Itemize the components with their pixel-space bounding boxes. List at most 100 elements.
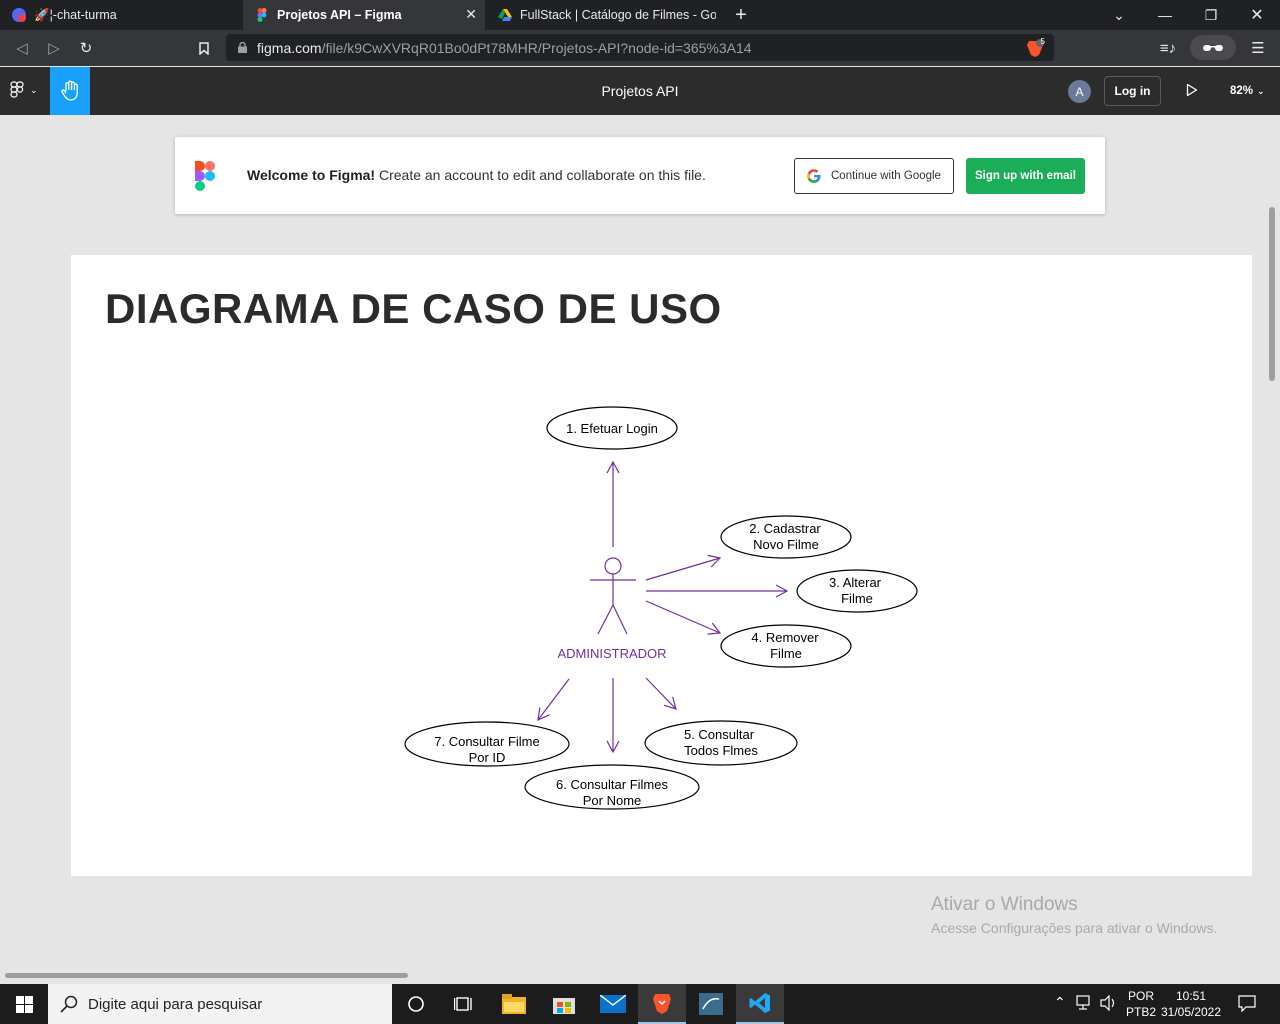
welcome-message: Welcome to Figma! Create an account to e… — [247, 167, 706, 183]
taskbar-search-box[interactable]: Digite aqui para pesquisar — [48, 984, 392, 1024]
sign-up-with-email-button[interactable]: Sign up with email — [966, 158, 1085, 194]
figma-toolbar: ⌄ Projetos API A Log in 82% ⌄ — [0, 67, 1280, 115]
use-case-diagram: ADMINISTRADOR 1. Efetuar Login 2. Cadast… — [404, 406, 918, 810]
notification-center-icon[interactable] — [1238, 995, 1256, 1015]
mail-icon[interactable] — [589, 984, 637, 1024]
brave-browser-icon[interactable] — [638, 984, 686, 1024]
mysql-workbench-icon[interactable] — [687, 984, 735, 1024]
language-code: POR — [1128, 989, 1155, 1003]
wallet-glasses-icon[interactable] — [1190, 35, 1236, 60]
welcome-heading: Welcome to Figma! — [247, 167, 376, 183]
use-case-4-label-line1: 4. Remover — [751, 630, 819, 645]
reload-button[interactable]: ↻ — [74, 36, 98, 60]
clock-date: 31/05/2022 — [1160, 1005, 1222, 1019]
task-view-icon[interactable] — [440, 984, 488, 1024]
brave-shield-icon[interactable]: 5 — [1026, 37, 1045, 60]
tab-title: 🚀¦-chat-turma — [34, 7, 117, 22]
log-in-button[interactable]: Log in — [1104, 76, 1161, 106]
show-hidden-icons-chevron-icon[interactable]: ⌃ — [1054, 994, 1066, 1011]
menu-icon[interactable]: ☰ — [1246, 36, 1270, 60]
use-case-2-label-line2: Novo Filme — [753, 537, 819, 552]
new-tab-button[interactable]: + — [718, 0, 764, 30]
clock-time: 10:51 — [1175, 989, 1207, 1003]
use-case-5-label-line1: 5. Consultar — [684, 727, 755, 742]
file-explorer-icon[interactable] — [490, 984, 538, 1024]
present-play-icon[interactable] — [1186, 83, 1198, 102]
search-placeholder: Digite aqui para pesquisar — [88, 995, 263, 1013]
minimize-button[interactable]: — — [1142, 0, 1188, 30]
address-bar-row: ◁ ▷ ↻ figma.com /file/k9CwXVRqR01Bo0dPt7… — [0, 30, 1280, 66]
network-icon[interactable] — [1076, 995, 1094, 1014]
avatar[interactable]: A — [1068, 80, 1091, 103]
url-field[interactable]: figma.com /file/k9CwXVRqR01Bo0dPt78MHR/P… — [226, 34, 1054, 61]
playlist-icon[interactable]: ≡♪ — [1156, 36, 1180, 60]
use-case-4-label-line2: Filme — [770, 646, 802, 661]
search-icon — [60, 995, 78, 1017]
system-tray: ⌃ POR PTB2 10:51 31/05/2022 — [1050, 984, 1280, 1024]
google-icon — [807, 169, 821, 183]
figma-logo-icon — [195, 161, 215, 196]
actor-head — [604, 557, 622, 575]
figma-icon — [255, 8, 269, 22]
use-case-7-label-line1: 7. Consultar Filme — [434, 734, 539, 749]
windows-taskbar: Digite aqui para pesquisar ⌃ POR PTB2 10… — [0, 984, 1280, 1024]
canvas-frame: DIAGRAMA DE CASO DE USO ADMINISTRADOR 1.… — [71, 255, 1252, 876]
cortana-icon[interactable] — [392, 984, 440, 1024]
restore-button[interactable]: ❐ — [1188, 0, 1234, 30]
tab-title: Projetos API – Figma — [277, 8, 402, 22]
keyboard-layout: PTB2 — [1126, 1005, 1157, 1019]
url-host: figma.com — [257, 39, 322, 56]
association-arrows — [537, 460, 789, 754]
horizontal-scrollbar[interactable] — [5, 973, 408, 978]
tab-search-chevron-icon[interactable]: ⌄ — [1096, 0, 1142, 30]
google-drive-icon — [498, 8, 512, 22]
actor-label: ADMINISTRADOR — [557, 646, 666, 661]
clock[interactable]: 10:51 31/05/2022 — [1160, 988, 1222, 1020]
url-path: /file/k9CwXVRqR01Bo0dPt78MHR/Projetos-AP… — [321, 39, 752, 56]
arrow-to-consultar-todos — [645, 677, 677, 710]
back-button[interactable]: ◁ — [10, 36, 34, 60]
actor-right-leg — [612, 604, 628, 635]
welcome-body: Create an account to edit and collaborat… — [375, 167, 706, 183]
use-case-3-label-line2: Filme — [841, 591, 873, 606]
arrow-to-cadastrar — [645, 554, 722, 581]
tab-title: FullStack | Catálogo de Filmes - Googl — [520, 8, 716, 22]
zoom-value: 82% — [1230, 85, 1254, 97]
use-case-5-label-line2: Todos Flmes — [684, 743, 758, 758]
tab-figma[interactable]: Projetos API – Figma ✕ — [243, 0, 485, 30]
bookmark-icon[interactable] — [192, 36, 216, 60]
discord-icon — [12, 8, 26, 22]
start-button[interactable] — [0, 984, 48, 1024]
use-case-1-label: 1. Efetuar Login — [566, 421, 658, 436]
close-tab-icon[interactable]: ✕ — [465, 6, 477, 23]
use-case-6-label-line1: 6. Consultar Filmes — [556, 777, 668, 792]
forward-button[interactable]: ▷ — [42, 36, 66, 60]
tab-google-drive[interactable]: FullStack | Catálogo de Filmes - Googl — [486, 0, 716, 30]
welcome-banner: Welcome to Figma! Create an account to e… — [175, 137, 1105, 214]
vertical-scrollbar[interactable] — [1269, 207, 1275, 381]
shield-count: 5 — [1040, 37, 1045, 46]
zoom-dropdown[interactable]: 82% ⌄ — [1230, 67, 1265, 115]
use-case-6-label-line2: Por Nome — [583, 793, 642, 808]
windows-logo-icon — [15, 995, 33, 1013]
use-case-2-label-line1: 2. Cadastrar — [749, 521, 821, 536]
close-window-button[interactable]: ✕ — [1234, 0, 1280, 30]
microsoft-store-icon[interactable] — [540, 984, 588, 1024]
chevron-down-icon: ⌄ — [1257, 85, 1265, 96]
vscode-icon[interactable] — [736, 984, 784, 1024]
arrow-to-remover — [645, 600, 722, 635]
actor-left-leg — [597, 604, 614, 635]
windows-activation-subtitle: Acesse Configurações para ativar o Windo… — [931, 920, 1218, 936]
continue-with-google-button[interactable]: Continue with Google — [794, 158, 954, 194]
language-indicator[interactable]: POR PTB2 — [1126, 988, 1156, 1020]
windows-activation-title: Ativar o Windows — [931, 894, 1078, 915]
browser-tab-strip: 🚀¦-chat-turma Projetos API – Figma ✕ Ful… — [0, 0, 1280, 30]
actor-figure — [590, 557, 636, 635]
arrow-to-consultar-id — [537, 678, 570, 721]
volume-icon[interactable] — [1100, 994, 1118, 1014]
use-case-7-label-line2: Por ID — [469, 750, 506, 765]
tab-chat-turma[interactable]: 🚀¦-chat-turma — [0, 0, 242, 30]
use-case-3-label-line1: 3. Alterar — [829, 575, 882, 590]
lock-icon — [238, 40, 247, 56]
google-button-label: Continue with Google — [831, 170, 941, 182]
